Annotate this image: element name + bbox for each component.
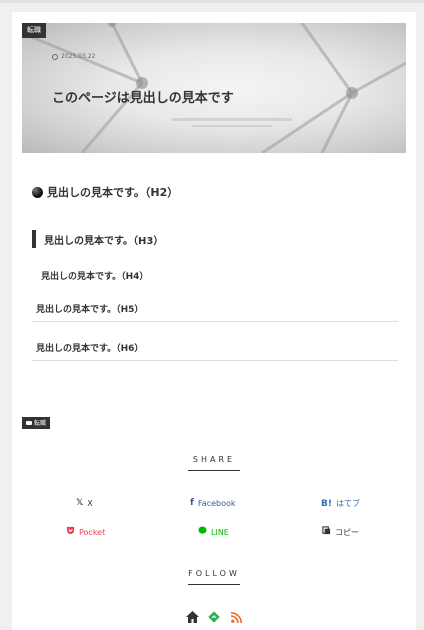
share-x-button[interactable]: 𝕏 X [76, 498, 93, 508]
share-title-underline [188, 470, 240, 471]
share-pocket-button[interactable]: Pocket [66, 526, 105, 538]
post-date: 2025.03.22 [52, 53, 95, 60]
facebook-icon: f [190, 498, 194, 508]
share-line-label: LINE [211, 527, 229, 537]
post-date-text: 2025.03.22 [61, 53, 96, 60]
top-bar [0, 0, 424, 3]
share-title-text: SHARE [192, 455, 236, 464]
pocket-icon [66, 526, 75, 538]
share-hatena-label: はてブ [335, 499, 360, 508]
share-section-title: SHARE [12, 455, 416, 471]
share-copy-button[interactable]: コピー [322, 526, 359, 538]
copy-icon [322, 526, 331, 538]
share-line-button[interactable]: LINE [198, 526, 229, 538]
follow-title-underline [188, 584, 240, 585]
heading-h6: 見出しの見本です。（H6） [32, 341, 398, 361]
heading-h2: 見出しの見本です。（H2） [32, 184, 178, 200]
share-copy-label: コピー [335, 527, 359, 537]
category-tag[interactable]: 転職 [22, 417, 51, 429]
share-x-label: X [87, 498, 93, 508]
follow-section-title: FOLLOW [12, 569, 416, 585]
hatena-icon: B! [321, 498, 332, 509]
follow-icons [12, 610, 416, 624]
share-facebook-button[interactable]: f Facebook [190, 498, 236, 508]
folder-icon [26, 420, 32, 425]
category-tag-label: 転職 [34, 420, 47, 427]
heading-h4: 見出しの見本です。（H4） [41, 272, 149, 282]
share-hatena-button[interactable]: B! はてブ [321, 498, 360, 509]
share-pocket-label: Pocket [79, 527, 106, 537]
clock-icon [52, 53, 58, 60]
feedly-icon[interactable] [207, 610, 221, 624]
bullet-icon [32, 186, 43, 198]
share-facebook-label: Facebook [197, 498, 236, 508]
home-icon[interactable] [185, 610, 199, 624]
follow-title-text: FOLLOW [188, 569, 240, 578]
category-badge[interactable]: 転職 [22, 23, 46, 38]
x-icon: 𝕏 [76, 498, 84, 508]
page-title: このページは見出しの見本です [52, 91, 234, 106]
article-card: 転職 2025.03.22 このページは見出しの見本です 見出しの見本です。（H… [12, 12, 416, 630]
heading-h3: 見出しの見本です。（H3） [32, 230, 163, 248]
eyecatch-image: 転職 2025.03.22 このページは見出しの見本です [22, 23, 406, 153]
heading-h2-text: 見出しの見本です。（H2） [47, 186, 179, 199]
line-icon [198, 526, 207, 538]
rss-icon[interactable] [229, 610, 243, 624]
heading-h5: 見出しの見本です。（H5） [32, 302, 398, 322]
